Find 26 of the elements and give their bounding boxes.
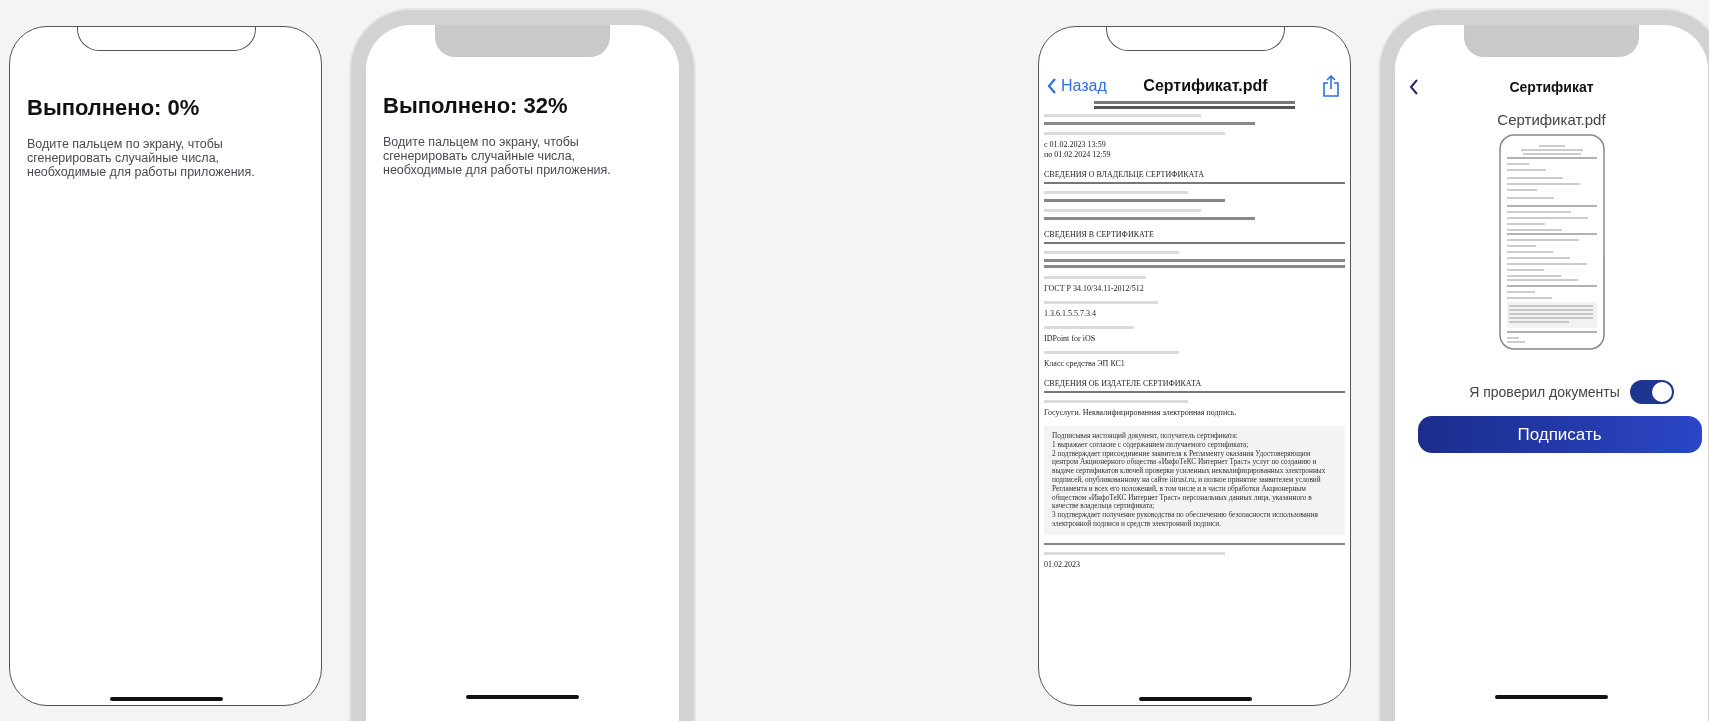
file-name: Сертификат.pdf [1497, 111, 1606, 128]
back-button[interactable]: Назад [1047, 77, 1107, 95]
sign-button[interactable]: Подписать [1417, 416, 1702, 453]
document-value: 01.02.2023 [1044, 559, 1081, 570]
document-value: ГОСТ Р 34.10/34.11-2012/512 [1044, 284, 1145, 294]
document-value: IDPoint for iOS [1044, 334, 1097, 344]
screen-title: Сертификат [1509, 79, 1594, 95]
document-value: по 01.02.2024 12:59 [1044, 150, 1112, 160]
document-heading: СВЕДЕНИЯ О ВЛАДЕЛЬЦЕ СЕРТИФИКАТА [1044, 170, 1345, 184]
document-value: Класс средства ЭП КС1 [1044, 359, 1126, 369]
document-heading: СВЕДЕНИЯ В СЕРТИФИКАТЕ [1044, 230, 1345, 244]
document-value: Госуслуги. Неквалифицированная электронная подпись. [1044, 408, 1238, 418]
confirm-toggle[interactable] [1629, 380, 1674, 404]
document-heading: СВЕДЕНИЯ ОБ ИЗДАТЕЛЕ СЕРТИФИКАТА [1044, 379, 1345, 393]
file-title: Сертификат.pdf [1142, 77, 1269, 95]
chevron-left-icon [1047, 78, 1057, 94]
instruction-text: Водите пальцем по экрану, чтобы сгенерировать случайные числа, необходимые для работы приложения. [383, 135, 612, 177]
progress-title: Выполнено: 0% [27, 95, 201, 121]
instruction-text: Водите пальцем по экрану, чтобы сгенерировать случайные числа, необходимые для работы приложения. [27, 137, 256, 179]
document-value: 1.3.6.1.5.5.7.3.4 [1044, 309, 1097, 319]
chevron-left-icon[interactable] [1409, 79, 1419, 95]
document-value: с 01.02.2023 13:59 [1044, 140, 1107, 150]
share-icon[interactable] [1322, 75, 1340, 97]
progress-title: Выполнено: 32% [383, 93, 569, 119]
document-thumbnail-drawing[interactable] [1498, 134, 1605, 350]
confirm-label: Я проверил документы [1469, 384, 1620, 400]
